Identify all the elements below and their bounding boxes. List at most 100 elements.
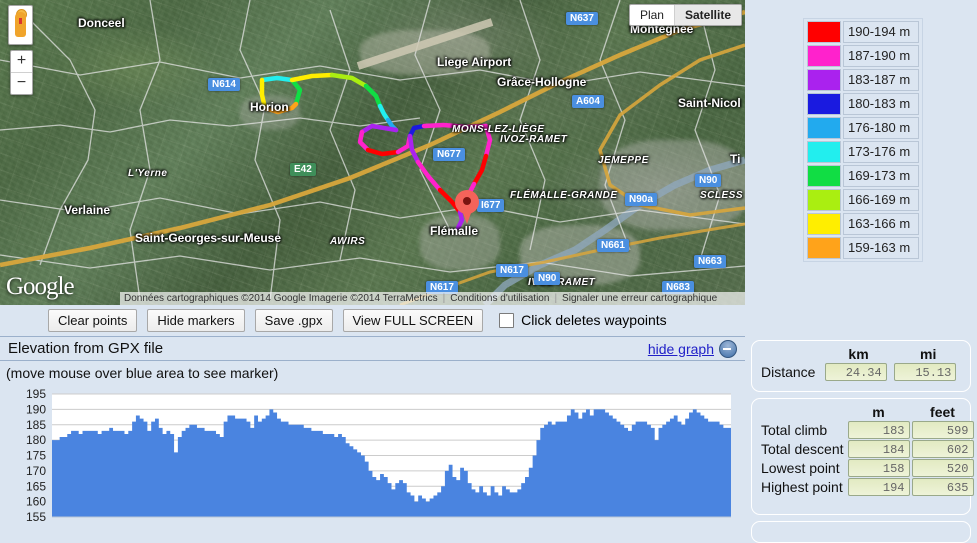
legend-color-swatch: [807, 213, 841, 235]
road-shield: N677: [433, 148, 465, 161]
hide-markers-button[interactable]: Hide markers: [147, 308, 245, 332]
stats-col-2-header: mi: [920, 346, 937, 362]
road-shield: N637: [566, 12, 598, 25]
stat-cell: 602: [911, 440, 974, 458]
map-canvas[interactable]: Donceel Horion Liege Airport Grâce-Hollogne…: [0, 0, 745, 305]
stat-value-col-1: 194: [847, 478, 910, 496]
legend-label: 166-169 m: [843, 189, 919, 211]
road-shield: N614: [208, 78, 240, 91]
attribution-sep-2: |: [554, 293, 558, 304]
legend-color-swatch: [807, 69, 841, 91]
stat-cell: 194: [847, 478, 910, 496]
chart-y-tick-label: 185: [26, 418, 46, 432]
legend-color-swatch: [807, 141, 841, 163]
map-type-satellite[interactable]: Satellite: [673, 5, 741, 25]
hide-graph-control[interactable]: hide graph: [648, 339, 737, 358]
legend-color-swatch: [807, 117, 841, 139]
legend-label: 163-166 m: [843, 213, 919, 235]
stat-value-col-2: 602: [911, 440, 974, 458]
elevation-chart[interactable]: 155 160 165 170 175 180 185 190 195: [0, 388, 745, 531]
zoom-in-button[interactable]: +: [11, 51, 32, 73]
climb-row: Total descent 184 602: [760, 440, 974, 458]
zoom-out-button[interactable]: −: [11, 73, 32, 94]
legend-row: 173-176 m: [807, 141, 919, 163]
chart-y-tick-label: 175: [26, 449, 46, 463]
stat-cell: 15.13: [894, 363, 962, 381]
minus-circle-icon[interactable]: [719, 339, 737, 358]
legend-label: 169-173 m: [843, 165, 919, 187]
legend-label: 176-180 m: [843, 117, 919, 139]
stats-corner: [760, 346, 823, 362]
stat-cell: 520: [911, 459, 974, 477]
attribution-sep-1: |: [442, 293, 446, 304]
hide-graph-link[interactable]: hide graph: [648, 341, 714, 357]
view-fullscreen-button[interactable]: View FULL SCREEN: [342, 308, 484, 332]
stat-label: Distance: [761, 364, 816, 380]
attribution-data: Données cartographiques ©2014 Google Ima…: [124, 293, 438, 304]
extra-stats-panel: [751, 521, 971, 543]
map-type-plan[interactable]: Plan: [630, 5, 674, 25]
elevation-chart-svg[interactable]: 155160 165170175 180185 190195: [0, 388, 745, 531]
checkbox-box-icon[interactable]: [499, 312, 515, 328]
legend-row: 163-166 m: [807, 213, 919, 235]
chart-y-tick-label: 155: [26, 510, 46, 524]
legend-color-swatch: [807, 45, 841, 67]
destination-pin-icon[interactable]: [455, 190, 479, 224]
legend-color-swatch: [807, 93, 841, 115]
chart-y-tick-label: 195: [26, 388, 46, 401]
legend-color-swatch: [807, 165, 841, 187]
road-shield: N617: [496, 264, 528, 277]
map-type-switch[interactable]: Plan Satellite: [628, 4, 742, 26]
legend-label: 159-163 m: [843, 237, 919, 259]
legend-label: 187-190 m: [843, 45, 919, 67]
legend-label: 180-183 m: [843, 93, 919, 115]
legend-row: 169-173 m: [807, 165, 919, 187]
attribution-terms-link[interactable]: Conditions d'utilisation: [450, 293, 549, 304]
climb-stats-panel: m feet Total climb 183 599 Total descent 184 60…: [751, 398, 974, 515]
clear-points-button[interactable]: Clear points: [48, 308, 138, 332]
stat-value-col-1: 24.34: [824, 363, 887, 381]
legend-row: 190-194 m: [807, 21, 919, 43]
stat-label: Lowest point: [761, 460, 840, 476]
elevation-title: Elevation from GPX file: [8, 340, 164, 357]
chart-y-tick-label: 180: [26, 433, 46, 447]
chart-y-tick-label: 170: [26, 464, 46, 478]
stats-header-row: km mi: [760, 346, 962, 362]
stats-corner: [760, 404, 846, 420]
stat-value-col-2: 635: [911, 478, 974, 496]
legend-row: 166-169 m: [807, 189, 919, 211]
stat-label: Total descent: [761, 441, 844, 457]
left-column: Donceel Horion Liege Airport Grâce-Hollogne…: [0, 0, 745, 531]
climb-row: Lowest point 158 520: [760, 459, 974, 477]
stat-cell: 158: [847, 459, 910, 477]
stats-header-row: m feet: [760, 404, 974, 420]
elevation-header: Elevation from GPX file hide graph: [0, 336, 745, 361]
save-gpx-button[interactable]: Save .gpx: [254, 308, 333, 332]
distance-row: Distance 24.34 15.13: [760, 363, 962, 381]
map-vector-overlay: [0, 0, 745, 305]
google-logo: Google: [6, 273, 75, 300]
road-shield: N90a: [625, 193, 657, 206]
zoom-control[interactable]: + −: [10, 50, 33, 95]
stat-value-col-1: 184: [847, 440, 910, 458]
stat-value-col-2: 520: [911, 459, 974, 477]
click-deletes-waypoints-checkbox[interactable]: Click deletes waypoints: [499, 312, 667, 328]
legend-row: 176-180 m: [807, 117, 919, 139]
chart-y-tick-label: 160: [26, 495, 46, 509]
stat-cell: 184: [847, 440, 910, 458]
legend-label: 183-187 m: [843, 69, 919, 91]
stat-cell: 635: [911, 478, 974, 496]
distance-stats-panel: km mi Distance 24.34 15.13: [751, 340, 971, 392]
legend-row: 187-190 m: [807, 45, 919, 67]
right-column: 190-194 m 187-190 m 183-187 m 180-183 m 176-…: [745, 0, 977, 543]
street-view-pegman-icon[interactable]: [8, 5, 33, 45]
climb-table: m feet Total climb 183 599 Total descent 184 60…: [758, 403, 976, 497]
attribution-report-link[interactable]: Signaler une erreur cartographique: [562, 293, 717, 304]
stat-label: Highest point: [761, 479, 843, 495]
stats-col-1-header: m: [872, 404, 885, 420]
stats-col-2-header: feet: [930, 404, 955, 420]
legend-label: 190-194 m: [843, 21, 919, 43]
road-shield: N90: [695, 174, 722, 187]
stat-cell: 183: [847, 421, 910, 439]
stat-value-col-1: 158: [847, 459, 910, 477]
